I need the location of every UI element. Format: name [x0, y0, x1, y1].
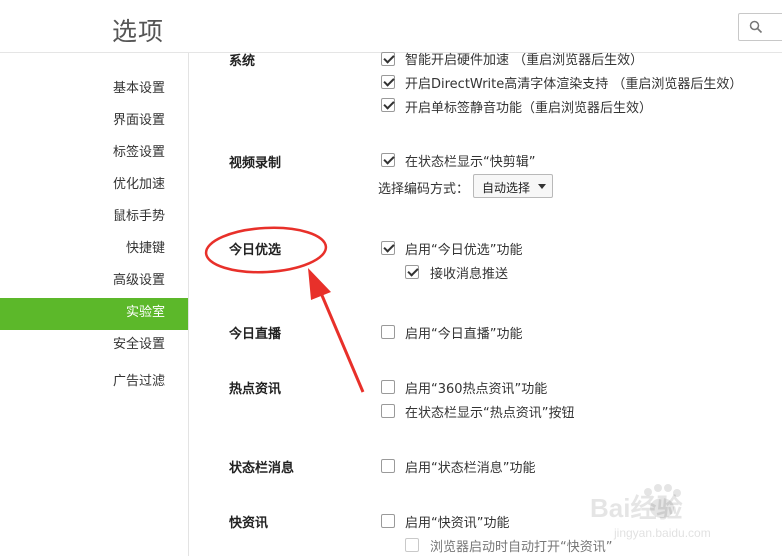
- label-quick-news-autostart: 浏览器启动时自动打开“快资讯”: [430, 540, 613, 555]
- label-hot-news: 启用“360热点资讯”功能: [405, 382, 548, 397]
- label-hardware-accel: 智能开启硬件加速 （重启浏览器后生效）: [405, 53, 644, 68]
- checkbox-today-pick[interactable]: [381, 241, 395, 255]
- checkbox-hardware-accel[interactable]: [381, 52, 395, 66]
- sidebar-item-interface[interactable]: 界面设置: [113, 105, 165, 137]
- annotation-arrow-head: [308, 268, 331, 300]
- section-title-system: 系统: [229, 54, 256, 69]
- watermark-url: jingyan.baidu.com: [614, 526, 711, 540]
- label-directwrite: 开启DirectWrite高清字体渲染支持 （重启浏览器后生效）: [405, 77, 743, 92]
- sidebar-item-mouse-gestures[interactable]: 鼠标手势: [113, 201, 165, 233]
- annotation-arrow-shaft: [316, 285, 365, 393]
- label-status-msg: 启用“状态栏消息”功能: [405, 461, 536, 476]
- sidebar-item-adblock[interactable]: 广告过滤: [113, 366, 165, 398]
- label-today-pick: 启用“今日优选”功能: [405, 243, 523, 258]
- sidebar-item-basic[interactable]: 基本设置: [113, 73, 165, 105]
- section-title-video: 视频录制: [229, 156, 282, 171]
- chevron-down-icon: [538, 184, 546, 189]
- page-title: 选项: [112, 17, 165, 46]
- section-title-today-pick: 今日优选: [229, 243, 282, 258]
- sidebar-item-security[interactable]: 安全设置: [113, 329, 165, 361]
- checkbox-push-messages[interactable]: [405, 265, 419, 279]
- sidebar-item-optimize[interactable]: 优化加速: [113, 169, 165, 201]
- sidebar-item-advanced[interactable]: 高级设置: [113, 265, 165, 297]
- label-quick-clip: 在状态栏显示“快剪辑”: [405, 155, 536, 170]
- checkbox-directwrite[interactable]: [381, 75, 395, 89]
- section-title-hot-news: 热点资讯: [229, 382, 282, 397]
- label-today-live: 启用“今日直播”功能: [405, 327, 523, 342]
- label-push-messages: 接收消息推送: [430, 267, 509, 282]
- search-icon: [749, 20, 763, 34]
- checkbox-status-msg[interactable]: [381, 459, 395, 473]
- label-tab-mute: 开启单标签静音功能（重启浏览器后生效）: [405, 101, 653, 116]
- header-bar: 选项: [0, 0, 782, 53]
- label-hot-news-button: 在状态栏显示“热点资讯”按钮: [405, 406, 575, 421]
- sidebar: 基本设置 界面设置 标签设置 优化加速 鼠标手势 快捷键 高级设置 实验室 安全…: [0, 53, 189, 556]
- sidebar-item-lab[interactable]: 实验室: [126, 297, 165, 329]
- checkbox-hot-news-button[interactable]: [381, 404, 395, 418]
- section-title-status-msg: 状态栏消息: [229, 461, 295, 476]
- checkbox-quick-news-autostart[interactable]: [405, 538, 419, 552]
- checkbox-quick-news[interactable]: [381, 514, 395, 528]
- label-quick-news: 启用“快资讯”功能: [405, 516, 510, 531]
- encoding-select-value: 自动选择: [482, 181, 531, 195]
- checkbox-today-live[interactable]: [381, 325, 395, 339]
- checkbox-hot-news[interactable]: [381, 380, 395, 394]
- watermark-text: Bai经验: [590, 493, 683, 523]
- search-box[interactable]: [738, 13, 782, 41]
- section-title-today-live: 今日直播: [229, 327, 282, 342]
- sidebar-item-tabs[interactable]: 标签设置: [113, 137, 165, 169]
- encoding-select[interactable]: 自动选择: [473, 174, 553, 198]
- sidebar-item-shortcuts[interactable]: 快捷键: [126, 233, 165, 265]
- checkbox-tab-mute[interactable]: [381, 98, 395, 112]
- checkbox-quick-clip[interactable]: [381, 153, 395, 167]
- section-title-quick-news: 快资讯: [229, 516, 269, 531]
- label-encoding: 选择编码方式：: [378, 182, 470, 197]
